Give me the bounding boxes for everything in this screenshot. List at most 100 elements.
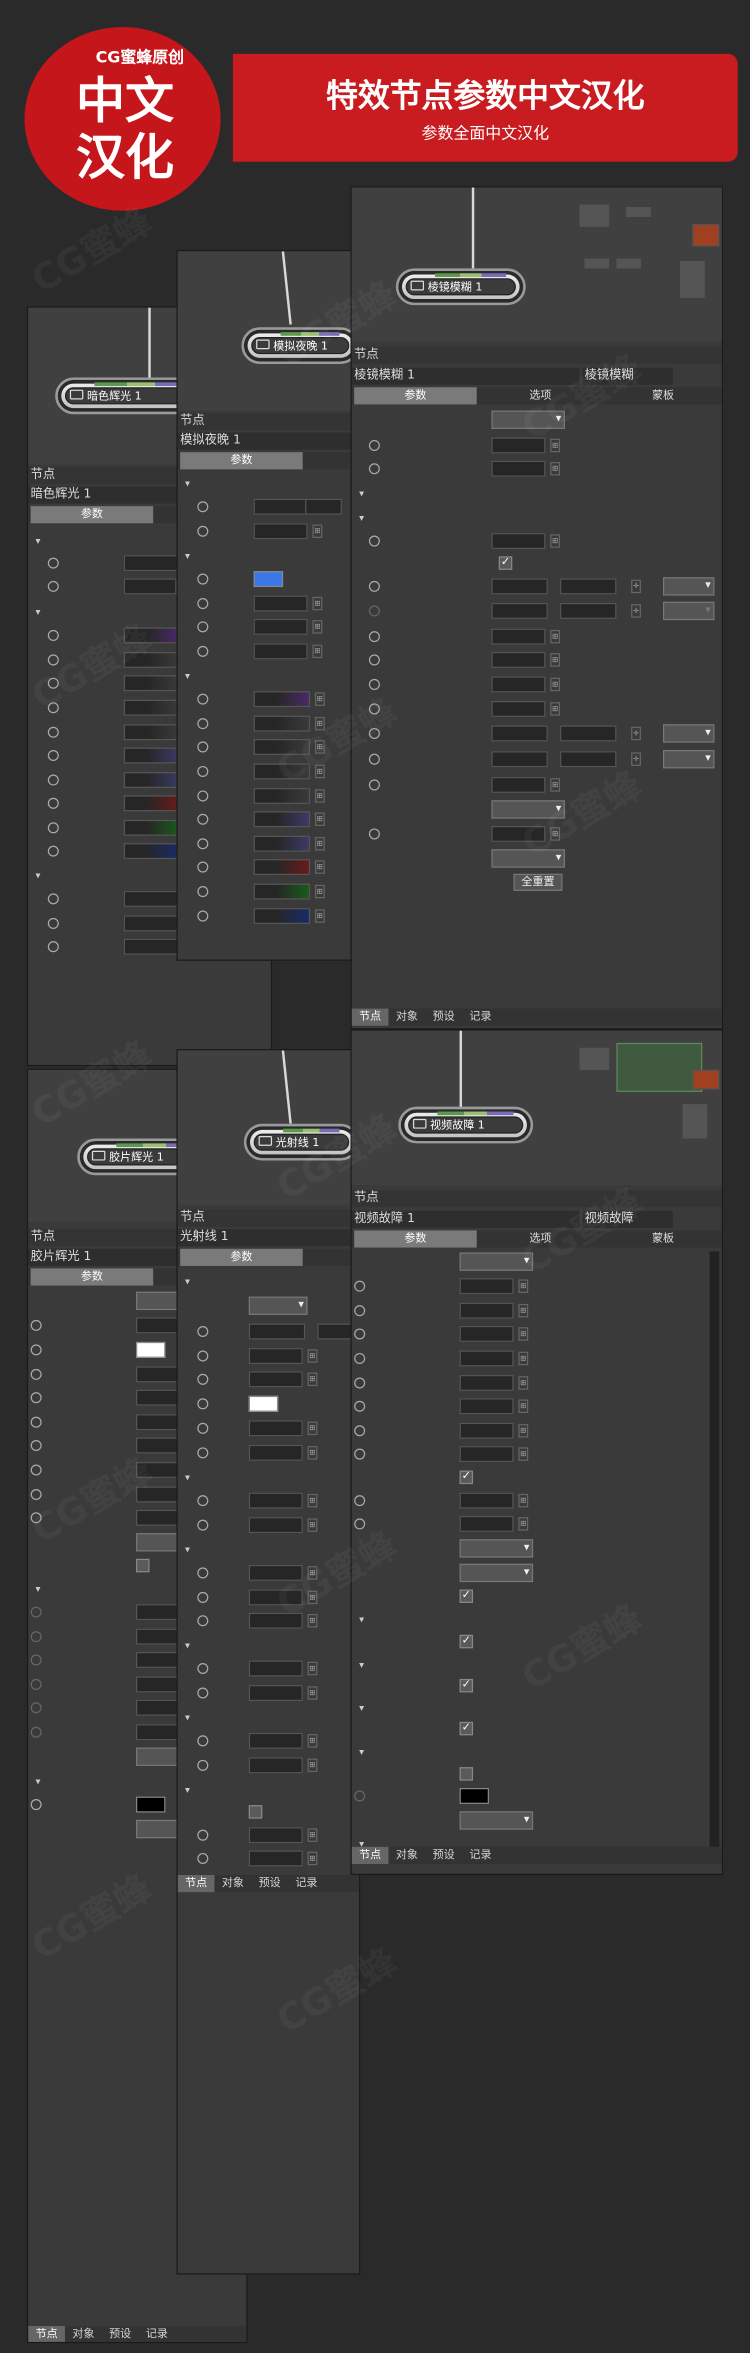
tab-params[interactable]: 参数	[180, 1248, 303, 1266]
keyframe-icon[interactable]	[197, 741, 209, 753]
stepper-icon[interactable]: ⊞	[307, 1686, 318, 1700]
stepper-icon[interactable]: ⊞	[314, 837, 325, 851]
value-field[interactable]	[248, 1850, 303, 1867]
keyframe-icon[interactable]	[197, 910, 209, 922]
bottom-tab[interactable]: 预设	[425, 1847, 462, 1864]
checkbox[interactable]: ✓	[498, 556, 513, 570]
x-field[interactable]	[491, 578, 548, 595]
color-value-field[interactable]	[123, 747, 181, 764]
expand-icon[interactable]: ▾	[185, 1270, 190, 1293]
keyframe-icon[interactable]	[30, 1606, 42, 1618]
stepper-icon[interactable]: ⊞	[518, 1493, 529, 1508]
value-field[interactable]	[253, 595, 308, 612]
stepper-icon[interactable]: ⊞	[550, 778, 561, 792]
stepper-icon[interactable]: ⊞	[518, 1517, 529, 1531]
keyframe-icon[interactable]	[47, 629, 59, 641]
value-field[interactable]	[253, 618, 308, 635]
minimap-node[interactable]	[579, 1047, 610, 1070]
bottom-tab[interactable]: 对象	[389, 1847, 426, 1864]
keyframe-icon[interactable]	[197, 1615, 209, 1627]
keyframe-icon[interactable]	[30, 1799, 42, 1811]
value-field[interactable]	[123, 915, 178, 932]
bottom-tab[interactable]: 记录	[288, 1875, 325, 1892]
keyframe-icon[interactable]	[197, 645, 209, 657]
stepper-icon[interactable]: ⊞	[312, 644, 323, 659]
value-field[interactable]	[459, 1375, 514, 1391]
keyframe-icon[interactable]	[197, 790, 209, 802]
minimap-node[interactable]	[579, 204, 610, 227]
minimap-node[interactable]	[682, 1104, 708, 1139]
node-name[interactable]: 模拟夜晚 1	[177, 432, 360, 450]
value-field[interactable]	[248, 1492, 303, 1509]
link-dropdown[interactable]	[662, 577, 715, 596]
keyframe-icon[interactable]	[368, 631, 380, 643]
x-field[interactable]	[248, 1323, 306, 1340]
keyframe-icon[interactable]	[30, 1464, 42, 1476]
keyframe-icon[interactable]	[354, 1495, 366, 1507]
keyframe-icon[interactable]	[197, 1759, 209, 1771]
expand-icon[interactable]: ▾	[185, 472, 190, 495]
keyframe-icon[interactable]	[368, 654, 380, 666]
stepper-icon[interactable]: ⊞	[550, 677, 561, 692]
stepper-icon[interactable]: ⊞	[307, 1851, 318, 1866]
value-field[interactable]	[459, 1398, 514, 1415]
bottom-tab[interactable]: 预设	[425, 1009, 462, 1026]
color-value-field[interactable]	[253, 883, 311, 900]
color-swatch[interactable]	[136, 1341, 166, 1358]
keyframe-icon[interactable]	[30, 1654, 42, 1666]
keyframe-icon[interactable]	[197, 1350, 209, 1362]
value-field[interactable]	[123, 890, 178, 907]
color-value-field[interactable]	[253, 787, 311, 804]
keyframe-icon[interactable]	[197, 861, 209, 873]
stepper-icon[interactable]: ⊞	[307, 1493, 318, 1508]
expand-icon[interactable]: ▾	[36, 600, 41, 623]
stepper-icon[interactable]: ⊞	[518, 1303, 529, 1318]
stepper-icon[interactable]: ⊞	[518, 1351, 529, 1366]
reset-all-button[interactable]: 全重置	[513, 873, 563, 891]
keyframe-icon[interactable]	[368, 753, 380, 765]
stepper-icon[interactable]: ⊞	[307, 1734, 318, 1748]
value-field[interactable]	[248, 1517, 303, 1534]
value-field[interactable]	[248, 1685, 303, 1701]
keyframe-icon[interactable]	[368, 535, 380, 547]
keyframe-icon[interactable]	[197, 1567, 209, 1579]
node[interactable]: 视频故障 1	[398, 1106, 534, 1144]
value-field[interactable]	[248, 1732, 303, 1749]
value-field-2[interactable]	[305, 498, 342, 515]
value-field[interactable]	[459, 1515, 514, 1532]
keyframe-icon[interactable]	[197, 573, 209, 585]
keyframe-icon[interactable]	[47, 941, 59, 953]
keyframe-icon[interactable]	[354, 1377, 366, 1389]
stepper-icon[interactable]: ⊞	[307, 1518, 318, 1532]
value-field[interactable]	[459, 1278, 514, 1295]
keyframe-icon[interactable]	[197, 693, 209, 705]
keyframe-icon[interactable]	[47, 557, 59, 569]
tab-params[interactable]: 参数	[354, 387, 477, 405]
bottom-tab[interactable]: 节点	[351, 1846, 389, 1864]
keyframe-icon[interactable]	[30, 1726, 42, 1738]
keyframe-icon[interactable]	[197, 1591, 209, 1603]
x-field[interactable]	[491, 725, 548, 742]
expand-icon[interactable]: ▾	[36, 1577, 41, 1600]
expand-icon[interactable]: ▾	[359, 482, 364, 505]
value-field[interactable]	[253, 498, 308, 515]
keyframe-icon[interactable]	[197, 501, 209, 513]
keyframe-icon[interactable]	[197, 1495, 209, 1507]
expand-icon[interactable]: ▾	[36, 529, 41, 552]
stepper-icon[interactable]: ⊞	[314, 860, 325, 874]
bottom-tab[interactable]: 对象	[214, 1875, 251, 1892]
checkbox[interactable]: ✓	[459, 1470, 474, 1485]
keyframe-icon[interactable]	[197, 886, 209, 898]
color-value-field[interactable]	[123, 795, 181, 812]
bottom-tab[interactable]: 记录	[462, 1009, 499, 1026]
expand-icon[interactable]: ▾	[185, 1466, 190, 1489]
value-field[interactable]	[123, 938, 178, 955]
keyframe-icon[interactable]	[47, 726, 59, 738]
keyframe-icon[interactable]	[197, 1447, 209, 1459]
color-value-field[interactable]	[253, 859, 311, 876]
expand-icon[interactable]: ▾	[185, 1538, 190, 1561]
stepper-icon[interactable]: ⊞	[312, 596, 323, 611]
stepper-icon[interactable]: ⊞	[518, 1327, 529, 1341]
color-value-field[interactable]	[253, 691, 311, 708]
keyframe-icon[interactable]	[354, 1425, 366, 1437]
